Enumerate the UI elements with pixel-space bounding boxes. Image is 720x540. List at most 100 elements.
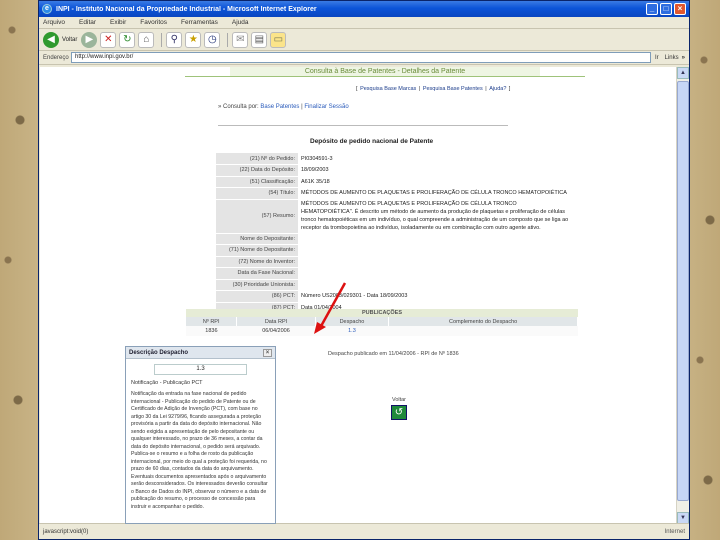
section-heading: Depósito de pedido nacional de Patente (310, 138, 434, 145)
details-table: (21) Nº do Pedido: PI0304591-3 (22) Data … (216, 153, 573, 314)
link-ajuda[interactable]: Ajuda? (489, 86, 506, 92)
maximize-button[interactable]: □ (660, 3, 672, 15)
favorites-icon[interactable]: ★ (185, 31, 202, 48)
link-pesquisa-patentes[interactable]: Pesquisa Base Patentes (423, 86, 483, 92)
detail-key: (71) Nome do Depositante: (216, 244, 298, 257)
status-bar: javascript:void(0) Internet (39, 523, 689, 539)
detail-value (298, 245, 573, 257)
back-label[interactable]: Voltar (62, 37, 77, 43)
despacho-description-popup: Descrição Despacho × 1.3 Notificação - P… (125, 346, 276, 524)
menu-item-arquivo[interactable]: Arquivo (43, 19, 65, 26)
table-row: (86) PCT: Número US2003/029301 - Data 18/… (216, 290, 573, 303)
print-icon[interactable]: ▤ (251, 31, 268, 48)
links-label[interactable]: Links (665, 55, 679, 61)
table-header-row: Nº RPI Data RPI Despacho Complemento do … (186, 317, 578, 326)
stop-icon[interactable]: ✕ (100, 31, 117, 48)
rpi-number: 1836 (186, 326, 237, 336)
refresh-icon[interactable]: ↻ (119, 31, 136, 48)
detail-key: Data da Fase Nacional: (216, 267, 298, 280)
close-icon[interactable]: × (263, 348, 272, 357)
table-row: (57) Resumo: MÉTODOS DE AUMENTO DE PLAQUE… (216, 199, 573, 234)
history-icon[interactable]: ◷ (204, 31, 221, 48)
toolbar-separator (227, 32, 229, 47)
table-row: Nome do Depositante: (216, 233, 573, 245)
detail-value: MÉTODOS DE AUMENTO DE PLAQUETAS E PROLIF… (301, 201, 569, 231)
window-title: INPI - Instituto Nacional da Propriedade… (56, 5, 317, 13)
toolbar: ◀ Voltar ▶ ✕ ↻ ⌂ ⚲ ★ ◷ ✉ ▤ ▭ (39, 29, 689, 51)
divider (218, 125, 508, 126)
detail-value: A61K 35/18 (301, 178, 330, 185)
go-button[interactable]: Ir (655, 55, 659, 61)
security-zone: Internet (664, 528, 685, 535)
table-row: 1836 06/04/2006 1.3 (186, 326, 578, 336)
detail-value (298, 279, 573, 291)
status-text: javascript:void(0) (43, 528, 89, 535)
menu-item-ajuda[interactable]: Ajuda (232, 19, 249, 26)
table-row: Data da Fase Nacional: (216, 267, 573, 280)
address-input[interactable]: http://www.inpi.gov.br/ (71, 52, 651, 63)
breadcrumb-link-base-patentes[interactable]: Base Patentes (260, 104, 299, 110)
menu-item-ferramentas[interactable]: Ferramentas (181, 19, 218, 26)
forward-icon[interactable]: ▶ (81, 31, 98, 48)
chevron-right-icon[interactable]: » (682, 55, 685, 61)
table-row: (30) Prioridade Unionista: (216, 279, 573, 291)
menu-item-favoritos[interactable]: Favoritos (140, 19, 167, 26)
detail-value (298, 268, 573, 280)
rpi-date: 06/04/2006 (236, 326, 316, 336)
detail-value (298, 256, 573, 268)
ie-logo-icon: e (42, 4, 52, 14)
minimize-button[interactable]: _ (646, 3, 658, 15)
title-divider (185, 76, 585, 77)
detail-value: 18/09/2003 (301, 167, 329, 174)
despacho-subtitle: Notificação - Publicação PCT (131, 380, 203, 386)
home-icon[interactable]: ⌂ (138, 31, 155, 48)
despacho-complement (388, 326, 578, 336)
detail-key: (57) Resumo: (216, 199, 298, 234)
detail-key: (54) Título: (216, 187, 298, 200)
despacho-description: Notificação da entrada na fase nacional … (131, 391, 268, 510)
edit-icon[interactable]: ▭ (270, 31, 287, 48)
voltar-label[interactable]: Voltar (391, 397, 407, 403)
mail-icon[interactable]: ✉ (232, 31, 249, 48)
popup-header: Descrição Despacho × (126, 347, 275, 359)
despacho-note: Despacho publicado em 11/04/2006 - RPI d… (328, 351, 459, 357)
table-row: (54) Título: MÉTODOS DE AUMENTO DE PLAQUE… (216, 187, 573, 200)
detail-value (298, 233, 573, 245)
vertical-scrollbar[interactable]: ▲ ▼ (676, 67, 689, 524)
despacho-code: 1.3 (154, 364, 247, 375)
title-bar: e INPI - Instituto Nacional da Proprieda… (39, 1, 689, 17)
detail-key: Nome do Depositante: (216, 233, 298, 245)
quick-links: [ Pesquisa Base Marcas | Pesquisa Base P… (356, 86, 511, 92)
despacho-link[interactable]: 1.3 (315, 326, 389, 336)
table-row: (71) Nome do Depositante: (216, 244, 573, 257)
breadcrumb-link-finalizar-sessao[interactable]: Finalizar Sessão (304, 104, 348, 110)
menu-item-editar[interactable]: Editar (79, 19, 96, 26)
column-header: Nº RPI (186, 317, 238, 326)
popup-title: Descrição Despacho (129, 349, 189, 356)
table-row: (21) Nº do Pedido: PI0304591-3 (216, 153, 573, 165)
detail-key: (22) Data do Depósito: (216, 164, 298, 177)
column-header: Complemento do Despacho (388, 317, 578, 326)
detail-value: Número US2003/029301 - Data 18/09/2003 (301, 293, 408, 300)
table-row: (22) Data do Depósito: 18/09/2003 (216, 164, 573, 177)
back-icon[interactable]: ◀ (43, 31, 59, 48)
search-icon[interactable]: ⚲ (166, 31, 183, 48)
menu-item-exibir[interactable]: Exibir (110, 19, 126, 26)
detail-key: (30) Prioridade Unionista: (216, 279, 298, 291)
publications-heading: PUBLICAÇÕES (186, 309, 578, 317)
table-row: (51) Classificação: A61K 35/18 (216, 176, 573, 188)
menu-bar: Arquivo Editar Exibir Favoritos Ferramen… (39, 17, 689, 29)
breadcrumb-prefix: » Consulta por: (218, 104, 259, 110)
address-bar: Endereço http://www.inpi.gov.br/ Ir Link… (39, 51, 689, 65)
close-button[interactable]: × (674, 3, 686, 15)
table-row: (72) Nome do Inventor: (216, 256, 573, 268)
detail-value: MÉTODOS DE AUMENTO DE PLAQUETAS E PROLIF… (301, 190, 567, 197)
detail-key: (86) PCT: (216, 290, 298, 303)
detail-key: (72) Nome do Inventor: (216, 256, 298, 268)
scroll-up-icon[interactable]: ▲ (677, 67, 689, 79)
back-arrow-icon[interactable]: ↺ (391, 405, 407, 420)
detail-value: PI0304591-3 (301, 155, 333, 162)
link-pesquisa-marcas[interactable]: Pesquisa Base Marcas (360, 86, 416, 92)
breadcrumb: » Consulta por: Base Patentes | Finaliza… (218, 104, 349, 110)
scroll-thumb[interactable] (677, 81, 689, 501)
